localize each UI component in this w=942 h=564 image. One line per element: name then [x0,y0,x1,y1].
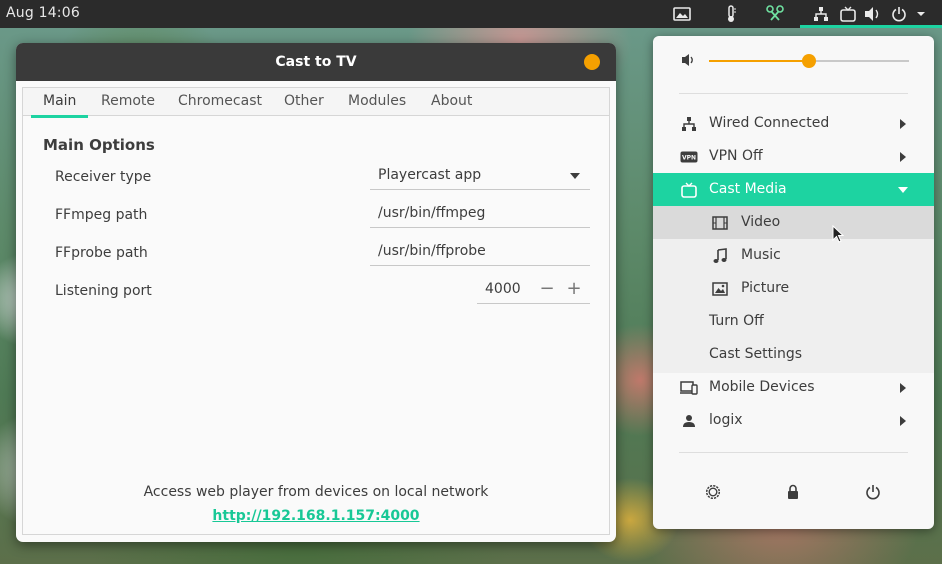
film-icon [711,214,729,232]
volume-slider-fill [709,60,809,62]
top-bar: Aug 14:06 [0,0,942,28]
menu-item-vpn[interactable]: VPN VPN Off [653,140,934,173]
section-title: Main Options [43,136,155,154]
chevron-right-icon [900,119,906,129]
menu-item-label: Picture [741,280,790,296]
power-icon[interactable] [890,5,908,23]
system-menu: Wired Connected VPN VPN Off Cast Media V… [653,36,934,529]
cast-to-tv-window: Cast to TV Main Remote Chromecast Other … [16,43,616,542]
music-note-icon [711,247,729,265]
chevron-right-icon [900,152,906,162]
menu-item-label: Music [741,247,781,263]
menu-item-mobile-devices[interactable]: Mobile Devices [653,371,934,404]
network-wired-icon [680,115,698,133]
decrement-button[interactable]: − [539,278,555,299]
menu-item-label: Wired Connected [709,115,830,131]
power-off-button[interactable] [862,483,884,505]
picture-icon [711,280,729,298]
tab-other[interactable]: Other [284,93,324,109]
dropdown-arrow-icon [570,173,580,179]
menu-item-label: logix [709,412,743,428]
ffprobe-path-field[interactable]: /usr/bin/ffprobe [370,238,590,266]
receiver-type-dropdown[interactable]: Playercast app [370,162,590,190]
separator [679,452,908,453]
menu-item-cast-media[interactable]: Cast Media [653,173,934,206]
window-title: Cast to TV [275,54,357,70]
power-icon [865,484,881,504]
settings-button[interactable] [702,483,724,505]
tab-modules[interactable]: Modules [348,93,406,109]
increment-button[interactable]: + [566,278,582,299]
tab-main[interactable]: Main [30,93,90,118]
network-wired-icon[interactable] [812,5,830,23]
separator [679,93,908,94]
chevron-down-icon [898,187,908,193]
tab-about[interactable]: About [431,93,472,109]
menu-item-user[interactable]: logix [653,404,934,437]
image-viewer-icon[interactable] [673,5,691,23]
mouse-cursor-icon [832,224,845,247]
window-header[interactable]: Cast to TV [16,43,616,81]
mobile-devices-icon [680,379,698,397]
chevron-right-icon [900,416,906,426]
user-icon [680,412,698,430]
submenu-item-music[interactable]: Music [653,239,934,272]
web-player-info: Access web player from devices on local … [143,484,489,500]
settings-notebook: Main Remote Chromecast Other Modules Abo… [22,87,610,535]
submenu-item-picture[interactable]: Picture [653,272,934,305]
thermometer-icon[interactable] [722,5,740,23]
listening-port-label: Listening port [55,283,152,299]
submenu-item-video[interactable]: Video [653,206,934,239]
tab-bar: Main Remote Chromecast Other Modules Abo… [23,88,609,118]
web-player-link[interactable]: http://192.168.1.157:4000 [23,508,609,524]
chevron-down-icon[interactable] [912,5,930,23]
port-value[interactable]: 4000 [485,281,521,297]
active-indicator [800,25,942,28]
lock-button[interactable] [782,483,804,505]
ffprobe-path-label: FFprobe path [55,245,148,261]
clock[interactable]: Aug 14:06 [6,5,80,21]
receiver-type-value: Playercast app [378,167,482,183]
menu-item-label: Cast Media [709,181,787,197]
lock-icon [786,484,800,504]
volume-icon[interactable] [864,5,882,23]
tab-remote[interactable]: Remote [101,93,155,109]
receiver-type-label: Receiver type [55,169,152,185]
listening-port-spinner: 4000 − + [477,276,590,304]
svg-text:VPN: VPN [682,155,696,162]
menu-item-label: Video [741,214,781,230]
tab-chromecast[interactable]: Chromecast [178,93,262,109]
cast-tv-icon [680,181,698,199]
menu-item-wired[interactable]: Wired Connected [653,107,934,140]
ffmpeg-path-field[interactable]: /usr/bin/ffmpeg [370,200,590,228]
indicator-icon[interactable] [766,5,784,23]
ffmpeg-path-label: FFmpeg path [55,207,148,223]
cast-tv-icon[interactable] [839,5,857,23]
menu-item-label: Mobile Devices [709,379,815,395]
settings-icon [704,483,722,505]
submenu-item-cast-settings[interactable]: Cast Settings [653,338,934,371]
menu-item-label: Turn Off [709,313,764,329]
chevron-right-icon [900,383,906,393]
submenu-item-turn-off[interactable]: Turn Off [653,305,934,338]
vpn-icon: VPN [680,148,698,166]
volume-slider-knob[interactable] [802,54,816,68]
volume-slider[interactable] [709,54,909,68]
menu-item-label: VPN Off [709,148,763,164]
menu-item-label: Cast Settings [709,346,803,362]
close-button[interactable] [584,54,600,70]
volume-icon [681,53,697,71]
